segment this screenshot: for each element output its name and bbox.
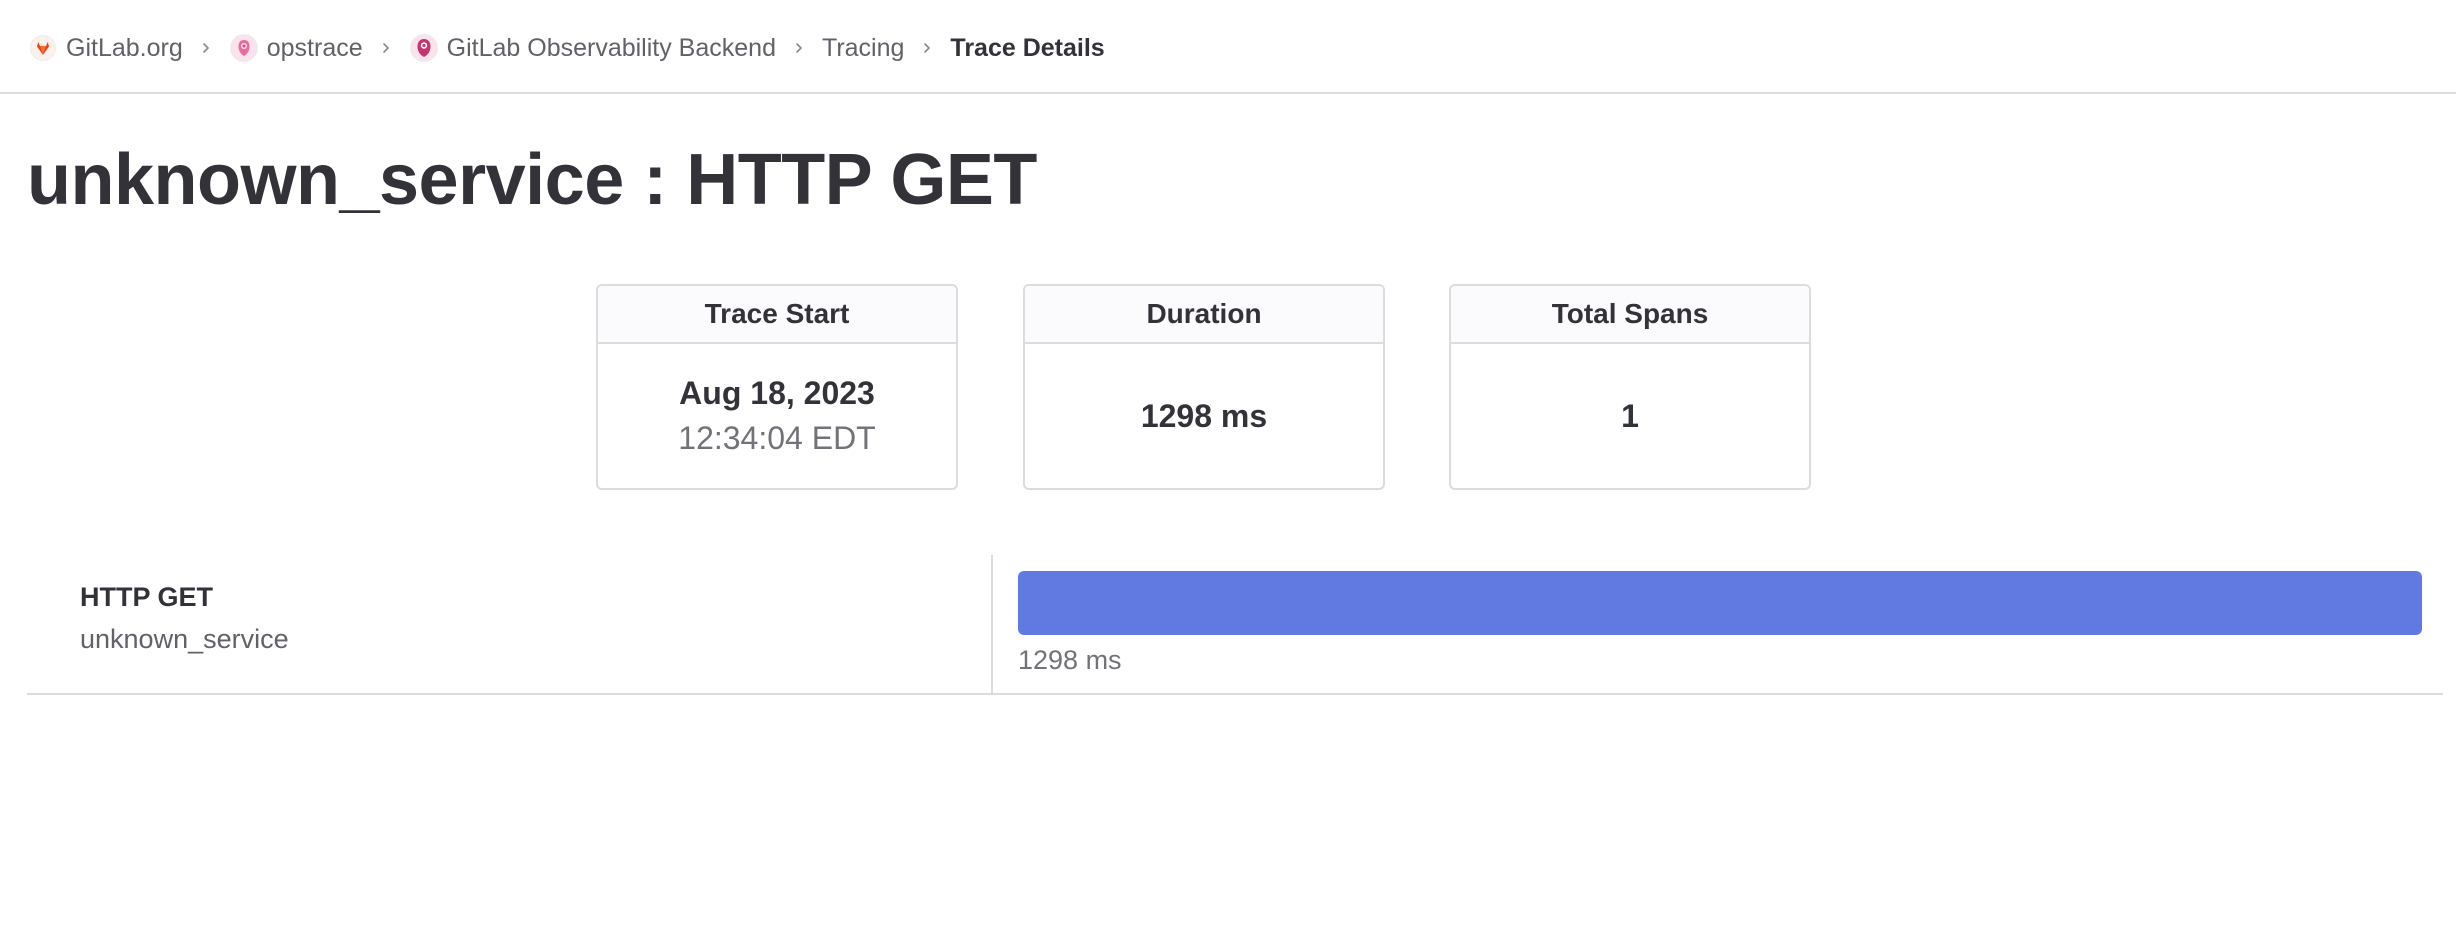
trace-start-date: Aug 18, 2023 [679,375,875,411]
span-duration-label: 1298 ms [1018,645,1122,675]
breadcrumb-item-gitlab-org[interactable]: GitLab.org [28,33,183,63]
breadcrumb-label: opstrace [266,33,363,62]
observability-avatar-icon [409,33,439,63]
breadcrumb-item-tracing[interactable]: Tracing [822,34,904,63]
breadcrumb: GitLab.org opstrace GitLab Observability… [28,28,1105,68]
total-spans-value: 1 [1621,398,1639,434]
breadcrumb-item-gitlab-observability-backend[interactable]: GitLab Observability Backend [409,33,776,63]
breadcrumb-label: GitLab Observability Backend [446,33,776,62]
duration-card: Duration 1298 ms [1023,284,1385,490]
opstrace-avatar-icon [229,33,259,63]
page-title: unknown_service : HTTP GET [27,140,1037,220]
top-bar: GitLab.org opstrace GitLab Observability… [0,0,2456,94]
total-spans-label: Total Spans [1451,286,1809,344]
chevron-right-icon [379,41,393,55]
span-timeline-track [1018,571,2422,635]
breadcrumb-label: GitLab.org [66,33,183,62]
total-spans-card: Total Spans 1 [1449,284,1811,490]
gitlab-tanuki-icon [28,33,58,63]
breadcrumb-item-opstrace[interactable]: opstrace [229,33,363,63]
span-duration-bar[interactable] [1018,571,2422,635]
span-row[interactable]: HTTP GET unknown_service 1298 ms [27,555,2443,695]
duration-label: Duration [1025,286,1383,344]
span-operation-name: HTTP GET [80,582,214,612]
chevron-right-icon [199,41,213,55]
breadcrumb-label: Tracing [821,33,905,62]
span-divider [991,555,993,693]
trace-start-label: Trace Start [598,286,956,344]
trace-start-card: Trace Start Aug 18, 2023 12:34:04 EDT [596,284,958,490]
chevron-right-icon [792,41,806,55]
breadcrumb-current-trace-details: Trace Details [950,33,1105,62]
span-service-name: unknown_service [80,624,289,654]
duration-value: 1298 ms [1140,398,1268,434]
trace-start-time: 12:34:04 EDT [678,420,876,456]
chevron-right-icon [920,41,934,55]
